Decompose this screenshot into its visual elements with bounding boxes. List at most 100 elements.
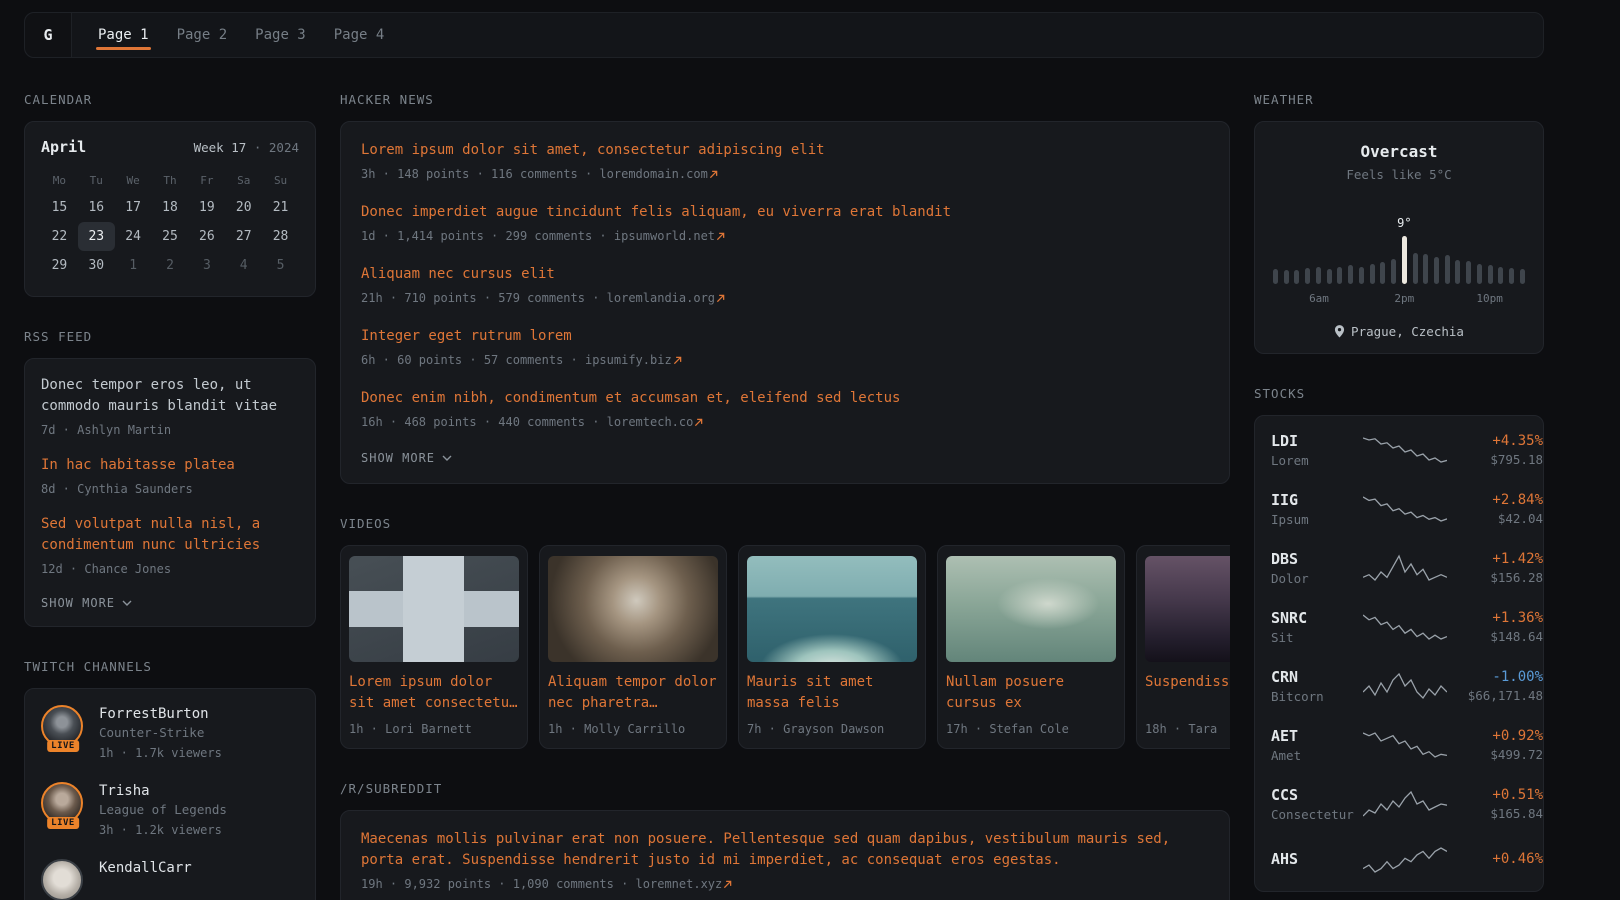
videos-row[interactable]: Lorem ipsum dolor sit amet consectetu… 1…	[340, 545, 1230, 749]
rss-item: Donec tempor eros leo, ut commodo mauris…	[41, 375, 299, 439]
stock-price: $148.64	[1447, 629, 1543, 644]
weather-column	[1380, 262, 1385, 284]
page-tab[interactable]: Page 3	[253, 13, 308, 57]
video-title[interactable]: Lorem ipsum dolor sit amet consectetu…	[349, 672, 519, 714]
show-more-label: SHOW MORE	[361, 451, 435, 465]
feed-item-source-link[interactable]: loremtech.co	[607, 415, 704, 429]
stock-row[interactable]: IIG Ipsum +2.84% $42.04	[1271, 491, 1527, 527]
calendar-day: 16	[78, 193, 115, 222]
left-column: CALENDAR April Week 17 · 2024 Mo Tu We T…	[24, 92, 316, 900]
calendar-week-meta: Week 17 · 2024	[194, 140, 299, 155]
calendar-weekday: Mo	[41, 166, 78, 193]
feed-item-source-link[interactable]: ipsumify.biz	[585, 353, 682, 367]
stock-values: +1.36% $148.64	[1447, 610, 1543, 644]
calendar-day: 18	[152, 193, 189, 222]
video-card[interactable]: Mauris sit amet massa felis 7h · Grayson…	[738, 545, 926, 749]
weather-column	[1498, 267, 1503, 284]
calendar-weekday: Su	[262, 166, 299, 193]
calendar-days-grid: 15 16 17 18 19 20 21 22 23 24 25 26 27 2…	[41, 193, 299, 280]
video-thumbnail[interactable]	[747, 556, 917, 662]
stock-row[interactable]: AET Amet +0.92% $499.72	[1271, 727, 1527, 763]
stock-name: Bitcorn	[1271, 689, 1363, 704]
video-title[interactable]: Suspendisse diam	[1145, 672, 1230, 714]
video-card[interactable]: Lorem ipsum dolor sit amet consectetu… 1…	[340, 545, 528, 749]
weather-column	[1284, 270, 1289, 284]
video-meta: 17h · Stefan Cole	[946, 720, 1116, 738]
stock-row[interactable]: DBS Dolor +1.42% $156.28	[1271, 550, 1527, 586]
feed-item-title[interactable]: Donec enim nibh, condimentum et accumsan…	[361, 388, 1209, 409]
rss-card: Donec tempor eros leo, ut commodo mauris…	[24, 358, 316, 627]
stock-change: +0.46%	[1447, 851, 1543, 867]
stock-values: +1.42% $156.28	[1447, 551, 1543, 585]
feed-item-title[interactable]: Lorem ipsum dolor sit amet, consectetur …	[361, 140, 1209, 161]
stock-row[interactable]: CRN Bitcorn -1.00% $66,171.48	[1271, 668, 1527, 704]
video-title[interactable]: Aliquam tempor dolor nec pharetra…	[548, 672, 718, 714]
twitch-channel[interactable]: LIVE KendallCarr	[41, 859, 299, 900]
feed-item-source-link[interactable]: loremdomain.com	[599, 167, 717, 181]
calendar-day: 24	[115, 222, 152, 251]
channel-info: Trisha League of Legends 3h · 1.2k viewe…	[99, 782, 227, 839]
channel-name: KendallCarr	[99, 859, 192, 876]
video-card[interactable]: Suspendisse diam 18h · Tara	[1136, 545, 1230, 749]
video-card[interactable]: Nullam posuere cursus ex 17h · Stefan Co…	[937, 545, 1125, 749]
feed-item-source: loremdomain.com	[599, 167, 707, 181]
stock-id: DBS Dolor	[1271, 550, 1363, 586]
video-thumbnail[interactable]	[349, 556, 519, 662]
feed-item-title[interactable]: Maecenas mollis pulvinar erat non posuer…	[361, 829, 1209, 871]
rss-item-title[interactable]: Sed volutpat nulla nisl, a condimentum n…	[41, 514, 299, 556]
video-thumbnail[interactable]	[548, 556, 718, 662]
stock-change: +1.42%	[1447, 551, 1543, 567]
section-title-subreddit: /R/SUBREDDIT	[340, 781, 1230, 796]
stock-name: Dolor	[1271, 571, 1363, 586]
dashboard-columns: CALENDAR April Week 17 · 2024 Mo Tu We T…	[24, 92, 1544, 900]
weather-chart: 9°	[1271, 212, 1527, 284]
rss-item-title[interactable]: Donec tempor eros leo, ut commodo mauris…	[41, 375, 299, 417]
hackernews-card: Lorem ipsum dolor sit amet, consectetur …	[340, 121, 1230, 484]
calendar-day: 5	[262, 251, 299, 280]
feed-item-title[interactable]: Aliquam nec cursus elit	[361, 264, 1209, 285]
video-title[interactable]: Mauris sit amet massa felis	[747, 672, 917, 714]
stock-row[interactable]: SNRC Sit +1.36% $148.64	[1271, 609, 1527, 645]
avatar: LIVE	[41, 859, 85, 900]
video-thumbnail[interactable]	[1145, 556, 1230, 662]
stock-symbol: DBS	[1271, 550, 1363, 568]
page-tab[interactable]: Page 1	[96, 13, 151, 57]
channel-category: League of Legends	[99, 802, 227, 817]
feed-item-title[interactable]: Integer eget rutrum lorem	[361, 326, 1209, 347]
feed-item-source-link[interactable]: ipsumworld.net	[614, 229, 725, 243]
stock-sparkline	[1363, 845, 1447, 875]
stock-row[interactable]: LDI Lorem +4.35% $795.18	[1271, 432, 1527, 468]
feed-item-source: ipsumworld.net	[614, 229, 715, 243]
twitch-channel[interactable]: LIVE ForrestBurton Counter-Strike 1h · 1…	[41, 705, 299, 762]
stock-values: +0.51% $165.84	[1447, 787, 1543, 821]
weather-column	[1316, 267, 1321, 284]
calendar-weekday: Tu	[78, 166, 115, 193]
stock-symbol: CCS	[1271, 786, 1363, 804]
stock-values: +0.46%	[1447, 851, 1543, 870]
rss-item-title[interactable]: In hac habitasse platea	[41, 455, 299, 476]
stock-row[interactable]: AHS +0.46%	[1271, 845, 1527, 875]
video-thumbnail[interactable]	[946, 556, 1116, 662]
section-title-stocks: STOCKS	[1254, 386, 1544, 401]
twitch-channel[interactable]: LIVE Trisha League of Legends 3h · 1.2k …	[41, 782, 299, 839]
stock-values: -1.00% $66,171.48	[1447, 669, 1543, 703]
rss-show-more-button[interactable]: SHOW MORE	[41, 596, 299, 610]
feed-item-source-link[interactable]: loremnet.xyz	[636, 877, 733, 891]
app-logo[interactable]: G	[25, 13, 72, 57]
feed-item-source-link[interactable]: loremlandia.org	[607, 291, 725, 305]
stock-row[interactable]: CCS Consectetur +0.51% $165.84	[1271, 786, 1527, 822]
stock-change: +0.92%	[1447, 728, 1543, 744]
page-tab[interactable]: Page 2	[175, 13, 230, 57]
stock-price: $165.84	[1447, 806, 1543, 821]
feed-item-title[interactable]: Donec imperdiet augue tincidunt felis al…	[361, 202, 1209, 223]
video-card[interactable]: Aliquam tempor dolor nec pharetra… 1h · …	[539, 545, 727, 749]
hackernews-show-more-button[interactable]: SHOW MORE	[361, 451, 1209, 465]
video-title[interactable]: Nullam posuere cursus ex	[946, 672, 1116, 714]
weather-column	[1445, 255, 1450, 284]
calendar-day: 20	[225, 193, 262, 222]
calendar-header: April Week 17 · 2024	[41, 138, 299, 156]
channel-meta: 3h · 1.2k viewers	[99, 821, 227, 839]
page-tab[interactable]: Page 4	[332, 13, 387, 57]
weather-column	[1434, 257, 1439, 284]
rss-item-meta: 8d · Cynthia Saunders	[41, 480, 299, 498]
